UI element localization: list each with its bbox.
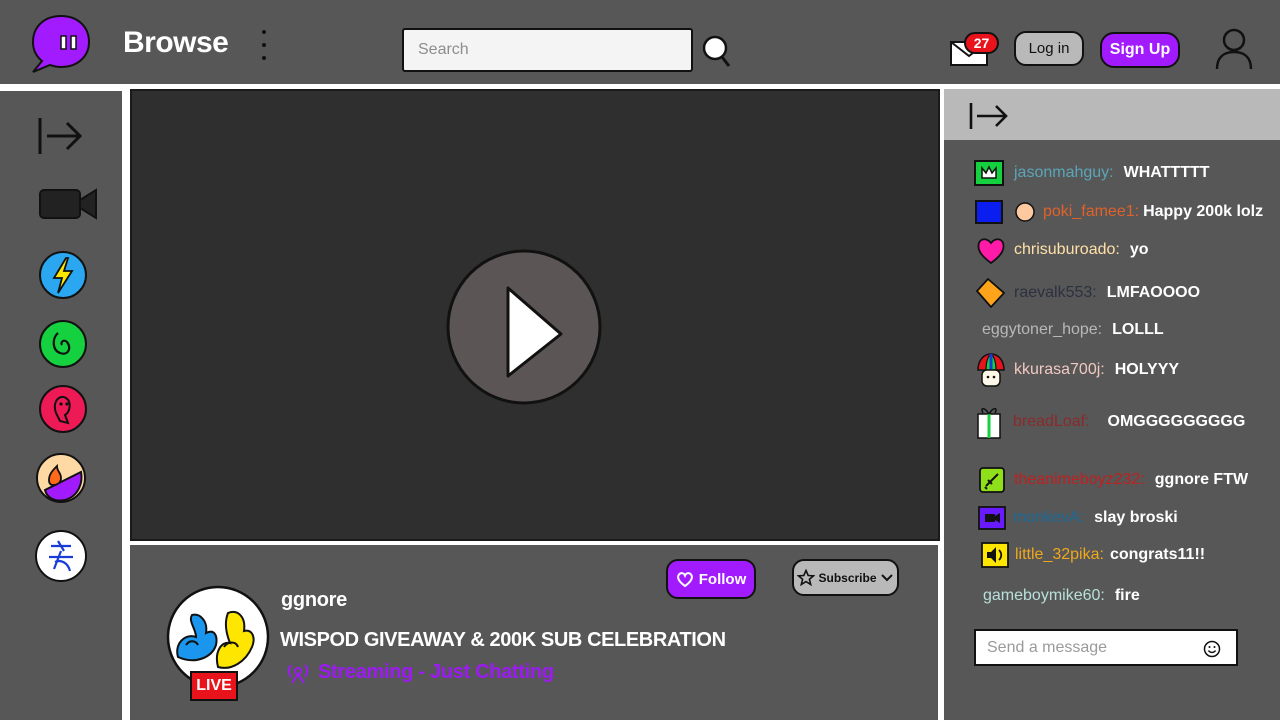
gift-badge-icon: [977, 407, 1001, 439]
flame-channel-icon[interactable]: [35, 452, 87, 504]
chat-message: kkurasa700j: HOLYYY: [976, 352, 1179, 388]
peach-circle-badge-icon: [1015, 202, 1035, 222]
chat-message-input[interactable]: [974, 629, 1238, 666]
search-icon[interactable]: [700, 34, 732, 68]
chat-message: theanimeboyz232: ggnore FTW: [977, 462, 1248, 498]
broadcast-icon: [287, 663, 309, 684]
chat-username[interactable]: jasonmahguy:: [1014, 164, 1114, 182]
notification-badge: 27: [964, 32, 999, 54]
chat-text: yo: [1129, 241, 1149, 258]
chat-text: LMFAOOOO: [1106, 284, 1201, 301]
heart-badge-icon: [977, 238, 1005, 265]
chat-message: eggytoner_hope: LOLLL: [982, 312, 1164, 348]
chat-text: fire: [1114, 587, 1140, 604]
chat-message: little_32pika: congrats11!!: [980, 537, 1205, 573]
chat-text: WHATTTTT: [1123, 164, 1210, 181]
chat-text: Happy 200k lolz: [1143, 203, 1264, 220]
search-input[interactable]: [402, 28, 693, 72]
blue-square-badge-icon: [975, 200, 1003, 224]
chat-username[interactable]: breadLoaf:: [1013, 413, 1090, 431]
diamond-badge-icon: [975, 278, 1005, 308]
category-label: Streaming - Just Chatting: [318, 661, 554, 683]
chat-username[interactable]: chrisuburoado:: [1014, 241, 1120, 259]
chat-username[interactable]: eggytoner_hope:: [982, 321, 1102, 339]
collapse-chat-icon[interactable]: [968, 100, 1012, 132]
chat-message: jasonmahguy: WHATTTTT: [974, 155, 1210, 191]
chat-text: ggnore FTW: [1154, 471, 1249, 488]
chat-username[interactable]: raevalk553:: [1014, 284, 1097, 302]
logo-icon[interactable]: [30, 14, 92, 74]
live-badge: LIVE: [190, 671, 238, 701]
chat-message: breadLoaf: OMGGGGGGGGG: [975, 404, 1245, 440]
face-channel-icon[interactable]: [38, 385, 88, 433]
chat-text: congrats11!!: [1109, 546, 1206, 563]
video-camera-icon[interactable]: [38, 186, 98, 222]
chat-message: gameboymike60: fire: [983, 578, 1140, 614]
stream-category[interactable]: Streaming - Just Chatting: [286, 661, 554, 684]
user-icon[interactable]: [1214, 28, 1254, 70]
emoji-icon[interactable]: [1203, 640, 1221, 658]
expand-arrow-icon[interactable]: [36, 116, 84, 156]
subscribe-label: Subscribe: [818, 570, 877, 585]
play-button-icon[interactable]: [445, 248, 603, 406]
chat-username[interactable]: monkevA:: [1013, 509, 1084, 527]
subscribe-button[interactable]: Subscribe: [792, 559, 899, 596]
speaker-badge-icon: [981, 542, 1009, 568]
chat-username[interactable]: kkurasa700j:: [1014, 361, 1105, 379]
chat-message: poki_famee1: Happy 200k lolz: [974, 194, 1263, 230]
heart-icon: [676, 571, 693, 587]
lightning-channel-icon[interactable]: [37, 250, 89, 300]
chat-text: slay broski: [1094, 509, 1178, 526]
swirl-channel-icon[interactable]: [38, 320, 88, 368]
camera-badge-icon: [978, 506, 1006, 530]
chat-username[interactable]: gameboymike60:: [983, 587, 1105, 605]
signup-button[interactable]: Sign Up: [1100, 32, 1180, 68]
streamer-name[interactable]: ggnore: [281, 589, 347, 612]
chat-text: HOLYYY: [1114, 361, 1180, 378]
login-button[interactable]: Log in: [1014, 31, 1084, 66]
chevron-down-icon: [880, 573, 893, 581]
crown-badge-icon: [974, 160, 1004, 186]
kanji-channel-icon[interactable]: [34, 529, 88, 583]
chat-username[interactable]: poki_famee1:: [1043, 203, 1139, 221]
follow-label: Follow: [698, 570, 747, 588]
page-title: Browse: [123, 26, 229, 59]
follow-button[interactable]: Follow: [666, 559, 756, 599]
chat-username[interactable]: little_32pika:: [1015, 546, 1104, 564]
chat-message: monkevA: slay broski: [977, 500, 1178, 536]
chat-message: chrisuburoado: yo: [976, 232, 1149, 268]
chat-text: OMGGGGGGGGG: [1107, 413, 1246, 430]
chat-text: LOLLL: [1112, 321, 1164, 338]
chat-message: raevalk553: LMFAOOOO: [975, 275, 1200, 311]
mushroom-badge-icon: [977, 353, 1005, 387]
star-icon: [797, 569, 816, 586]
chat-username[interactable]: theanimeboyz232:: [1014, 471, 1145, 489]
sword-badge-icon: [979, 467, 1005, 493]
more-menu-icon[interactable]: [258, 30, 270, 68]
stream-title: WISPOD GIVEAWAY & 200K SUB CELEBRATION: [280, 629, 726, 651]
